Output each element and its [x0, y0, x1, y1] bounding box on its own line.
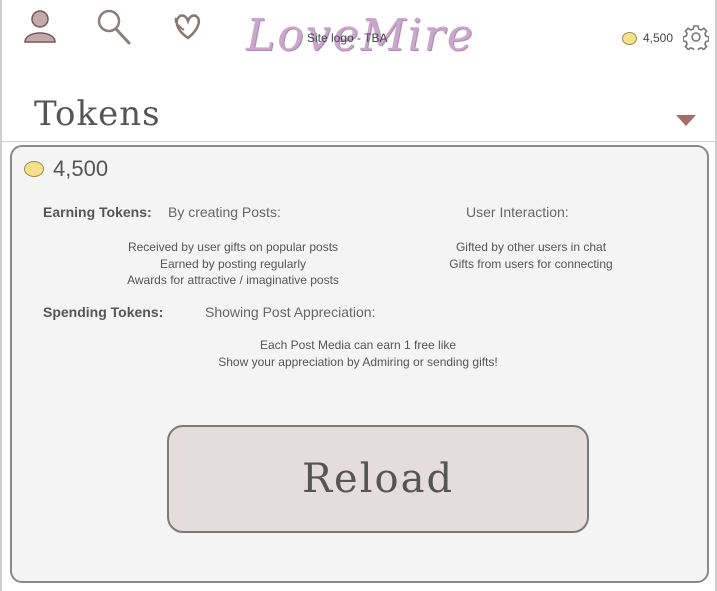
header-balance-value: 4,500	[643, 31, 674, 45]
heading-divider	[2, 141, 715, 142]
hearts-icon[interactable]	[168, 8, 206, 46]
list-item: Received by user gifts on popular posts	[127, 240, 339, 254]
list-item: Earned by posting regularly	[159, 257, 307, 271]
interaction-heading: User Interaction:	[466, 204, 569, 220]
site-logo[interactable]: LoveMire Site logo - TBA	[246, 12, 476, 60]
gear-icon[interactable]	[682, 24, 710, 53]
top-bar: LoveMire Site logo - TBA 4,500	[0, 0, 717, 80]
page-title: Tokens	[34, 94, 161, 134]
list-item: Each Post Media can earn 1 free like	[259, 338, 457, 352]
coin-icon	[24, 161, 44, 177]
earning-tokens-label: Earning Tokens:	[43, 204, 152, 220]
search-icon[interactable]	[96, 8, 132, 46]
reload-button[interactable]: Reload	[167, 425, 589, 533]
list-item: Gifts from users for connecting	[449, 257, 613, 271]
spending-tokens-label: Spending Tokens:	[43, 304, 164, 320]
panel-balance-value: 4,500	[53, 156, 109, 181]
user-icon[interactable]	[22, 8, 58, 44]
list-item: Show your appreciation by Admiring or se…	[218, 355, 498, 369]
header-token-balance: 4,500	[622, 29, 673, 47]
spending-heading: Showing Post Appreciation:	[205, 304, 376, 320]
left-border	[0, 0, 2, 591]
coin-icon	[622, 31, 637, 45]
chevron-down-icon[interactable]	[676, 114, 696, 126]
logo-caption: Site logo - TBA	[307, 31, 388, 45]
reload-button-label: Reload	[301, 456, 455, 502]
list-item: Gifted by other users in chat	[455, 240, 607, 254]
list-item: Awards for attractive / imaginative post…	[127, 273, 339, 287]
posts-heading: By creating Posts:	[168, 204, 281, 220]
